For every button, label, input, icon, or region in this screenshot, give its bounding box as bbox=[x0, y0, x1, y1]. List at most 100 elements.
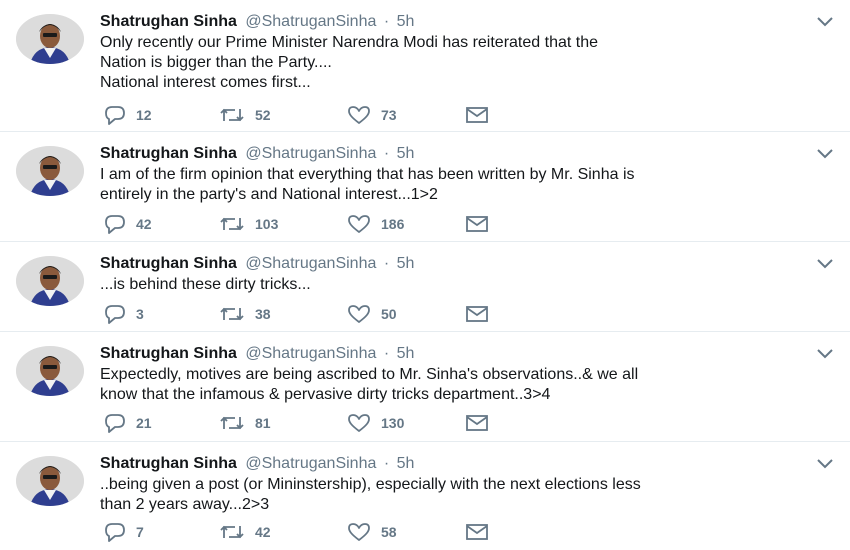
tweet-text: ..being given a post (or Mininstership),… bbox=[100, 475, 820, 515]
envelope-icon bbox=[465, 215, 489, 233]
retweet-count: 42 bbox=[255, 524, 271, 540]
retweet-icon bbox=[219, 413, 245, 433]
author-handle[interactable]: @ShatruganSinha bbox=[245, 255, 376, 272]
reply-button[interactable]: 3 bbox=[104, 304, 219, 324]
chevron-down-icon[interactable] bbox=[816, 456, 834, 470]
reply-count: 42 bbox=[136, 216, 152, 232]
avatar[interactable] bbox=[16, 456, 84, 506]
heart-icon bbox=[347, 304, 371, 324]
reply-button[interactable]: 12 bbox=[104, 105, 219, 125]
tweet-text: ...is behind these dirty tricks... bbox=[100, 275, 820, 295]
envelope-icon bbox=[465, 106, 489, 124]
separator: · bbox=[383, 145, 390, 162]
reply-icon bbox=[104, 413, 126, 433]
tweet-text-line: entirely in the party's and National int… bbox=[100, 186, 438, 203]
tweet-text: Only recently our Prime Minister Narendr… bbox=[100, 33, 820, 93]
timestamp[interactable]: 5h bbox=[397, 345, 415, 362]
tweet-text: I am of the firm opinion that everything… bbox=[100, 165, 820, 205]
chevron-down-icon[interactable] bbox=[816, 256, 834, 270]
heart-icon bbox=[347, 522, 371, 542]
retweet-button[interactable]: 103 bbox=[219, 214, 347, 234]
author-name[interactable]: Shatrughan Sinha bbox=[100, 345, 237, 362]
retweet-count: 81 bbox=[255, 415, 271, 431]
like-button[interactable]: 73 bbox=[347, 105, 465, 125]
reply-count: 21 bbox=[136, 415, 152, 431]
retweet-button[interactable]: 52 bbox=[219, 105, 347, 125]
tweet-actions: 12 52 73 bbox=[104, 105, 495, 125]
tweet-text-line: Nation is bigger than the Party.... bbox=[100, 54, 332, 71]
retweet-icon bbox=[219, 304, 245, 324]
direct-message-button[interactable] bbox=[465, 413, 495, 433]
tweet[interactable]: Shatrughan Sinha @ShatruganSinha · 5h I … bbox=[0, 132, 850, 242]
chevron-down-icon[interactable] bbox=[816, 146, 834, 160]
timestamp[interactable]: 5h bbox=[397, 455, 415, 472]
separator: · bbox=[383, 455, 390, 472]
author-name[interactable]: Shatrughan Sinha bbox=[100, 255, 237, 272]
reply-icon bbox=[104, 214, 126, 234]
chevron-down-icon[interactable] bbox=[816, 14, 834, 28]
like-button[interactable]: 58 bbox=[347, 522, 465, 542]
retweet-icon bbox=[219, 214, 245, 234]
tweet-header: Shatrughan Sinha @ShatruganSinha · 5h bbox=[100, 12, 414, 32]
tweet-text-line: Expectedly, motives are being ascribed t… bbox=[100, 366, 639, 383]
like-button[interactable]: 50 bbox=[347, 304, 465, 324]
tweet-actions: 21 81 130 bbox=[104, 413, 495, 433]
tweet-header: Shatrughan Sinha @ShatruganSinha · 5h bbox=[100, 254, 414, 274]
tweet-header: Shatrughan Sinha @ShatruganSinha · 5h bbox=[100, 144, 414, 164]
timestamp[interactable]: 5h bbox=[397, 13, 415, 30]
heart-icon bbox=[347, 214, 371, 234]
retweet-count: 103 bbox=[255, 216, 279, 232]
timestamp[interactable]: 5h bbox=[397, 145, 415, 162]
author-name[interactable]: Shatrughan Sinha bbox=[100, 455, 237, 472]
tweet-actions: 7 42 58 bbox=[104, 522, 495, 542]
author-name[interactable]: Shatrughan Sinha bbox=[100, 13, 237, 30]
tweet-text-line: know that the infamous & pervasive dirty… bbox=[100, 386, 551, 403]
direct-message-button[interactable] bbox=[465, 304, 495, 324]
author-name[interactable]: Shatrughan Sinha bbox=[100, 145, 237, 162]
reply-count: 7 bbox=[136, 524, 144, 540]
avatar[interactable] bbox=[16, 146, 84, 196]
envelope-icon bbox=[465, 305, 489, 323]
author-handle[interactable]: @ShatruganSinha bbox=[245, 345, 376, 362]
direct-message-button[interactable] bbox=[465, 214, 495, 234]
reply-button[interactable]: 21 bbox=[104, 413, 219, 433]
separator: · bbox=[383, 13, 390, 30]
chevron-down-icon[interactable] bbox=[816, 346, 834, 360]
author-handle[interactable]: @ShatruganSinha bbox=[245, 13, 376, 30]
reply-button[interactable]: 42 bbox=[104, 214, 219, 234]
author-handle[interactable]: @ShatruganSinha bbox=[245, 145, 376, 162]
timestamp[interactable]: 5h bbox=[397, 255, 415, 272]
tweet[interactable]: Shatrughan Sinha @ShatruganSinha · 5h On… bbox=[0, 0, 850, 132]
tweet-text: Expectedly, motives are being ascribed t… bbox=[100, 365, 820, 405]
tweet[interactable]: Shatrughan Sinha @ShatruganSinha · 5h ..… bbox=[0, 242, 850, 332]
tweet[interactable]: Shatrughan Sinha @ShatruganSinha · 5h ..… bbox=[0, 442, 850, 550]
envelope-icon bbox=[465, 523, 489, 541]
like-count: 130 bbox=[381, 415, 405, 431]
heart-icon bbox=[347, 105, 371, 125]
retweet-count: 38 bbox=[255, 306, 271, 322]
like-count: 58 bbox=[381, 524, 397, 540]
avatar[interactable] bbox=[16, 14, 84, 64]
retweet-button[interactable]: 38 bbox=[219, 304, 347, 324]
retweet-button[interactable]: 81 bbox=[219, 413, 347, 433]
direct-message-button[interactable] bbox=[465, 105, 495, 125]
tweet-actions: 3 38 50 bbox=[104, 304, 495, 324]
like-button[interactable]: 130 bbox=[347, 413, 465, 433]
reply-icon bbox=[104, 304, 126, 324]
tweet[interactable]: Shatrughan Sinha @ShatruganSinha · 5h Ex… bbox=[0, 332, 850, 442]
separator: · bbox=[383, 345, 390, 362]
reply-icon bbox=[104, 522, 126, 542]
reply-button[interactable]: 7 bbox=[104, 522, 219, 542]
tweet-text-line: ...is behind these dirty tricks... bbox=[100, 276, 311, 293]
like-count: 186 bbox=[381, 216, 405, 232]
direct-message-button[interactable] bbox=[465, 522, 495, 542]
heart-icon bbox=[347, 413, 371, 433]
like-count: 73 bbox=[381, 107, 397, 123]
author-handle[interactable]: @ShatruganSinha bbox=[245, 455, 376, 472]
avatar[interactable] bbox=[16, 256, 84, 306]
retweet-button[interactable]: 42 bbox=[219, 522, 347, 542]
reply-icon bbox=[104, 105, 126, 125]
like-button[interactable]: 186 bbox=[347, 214, 465, 234]
like-count: 50 bbox=[381, 306, 397, 322]
avatar[interactable] bbox=[16, 346, 84, 396]
